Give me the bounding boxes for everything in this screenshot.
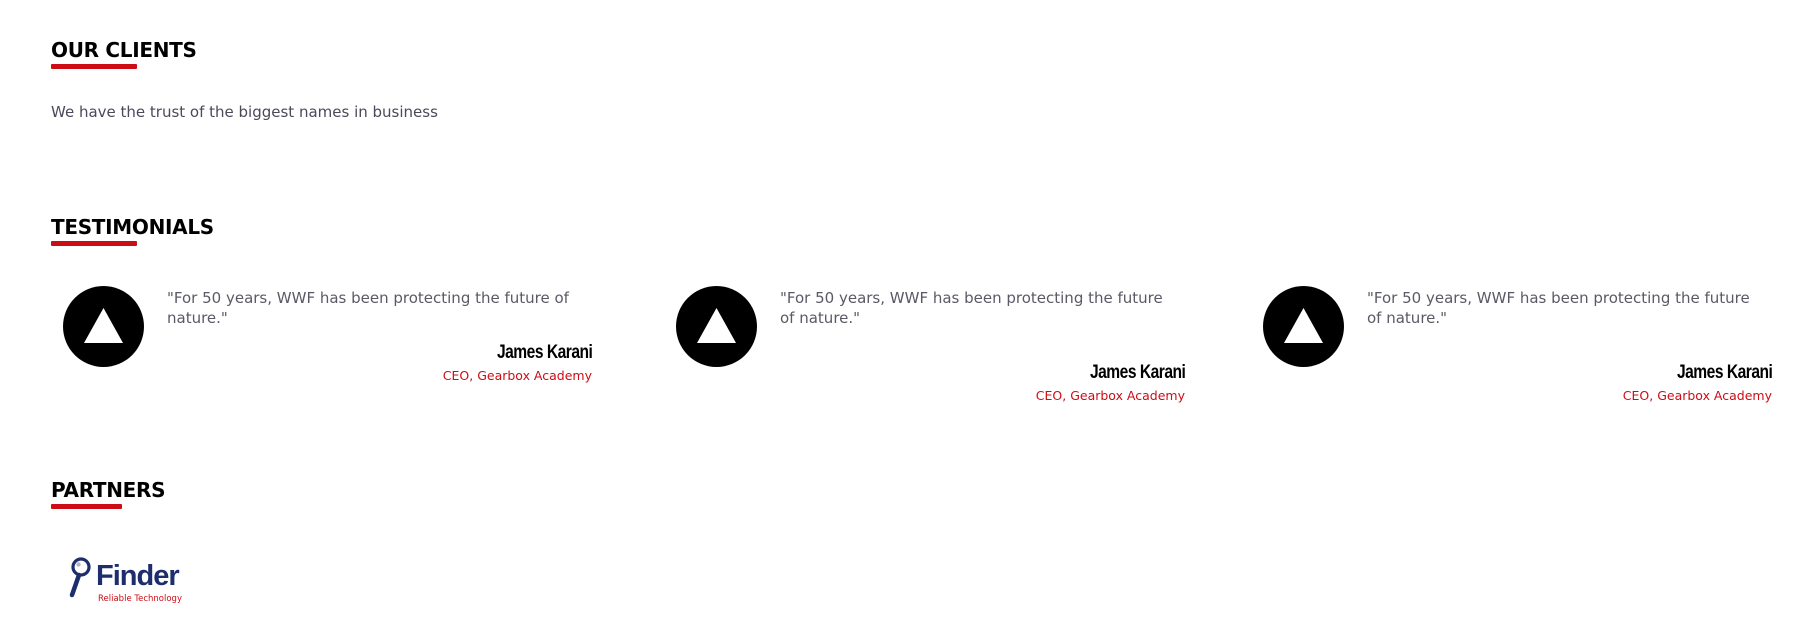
avatar: [676, 286, 757, 367]
testimonial-quote: "For 50 years, WWF has been protecting t…: [167, 289, 569, 327]
testimonial-role: CEO, Gearbox Academy: [442, 368, 592, 383]
testimonial-quote: "For 50 years, WWF has been protecting t…: [1367, 289, 1750, 327]
testimonial-role: CEO, Gearbox Academy: [1622, 388, 1772, 403]
magnifier-icon: [69, 557, 91, 598]
clients-subtitle: We have the trust of the biggest names i…: [51, 103, 438, 121]
testimonial-author: James Karani: [496, 342, 593, 363]
testimonial-role: CEO, Gearbox Academy: [1035, 388, 1185, 403]
triangle-logo-icon: [84, 308, 123, 343]
clients-title-underline: [51, 64, 137, 69]
avatar: [63, 286, 144, 367]
triangle-logo-icon: [1284, 308, 1323, 343]
testimonials-title-underline: [51, 241, 137, 246]
testimonial-author: James Karani: [1089, 362, 1186, 383]
testimonial-author: James Karani: [1676, 362, 1773, 383]
partner-logo-finder[interactable]: Finder Reliable Technology: [68, 556, 198, 606]
avatar: [1263, 286, 1344, 367]
partners-title: PARTNERS: [51, 478, 166, 502]
partners-title-underline: [51, 504, 122, 509]
testimonials-title: TESTIMONIALS: [51, 215, 214, 239]
triangle-logo-icon: [697, 308, 736, 343]
testimonial-quote: "For 50 years, WWF has been protecting t…: [780, 289, 1163, 327]
partner-logo-tagline: Reliable Technology: [98, 594, 182, 604]
clients-title: OUR CLIENTS: [51, 38, 197, 62]
partner-logo-name: Finder: [96, 560, 180, 592]
